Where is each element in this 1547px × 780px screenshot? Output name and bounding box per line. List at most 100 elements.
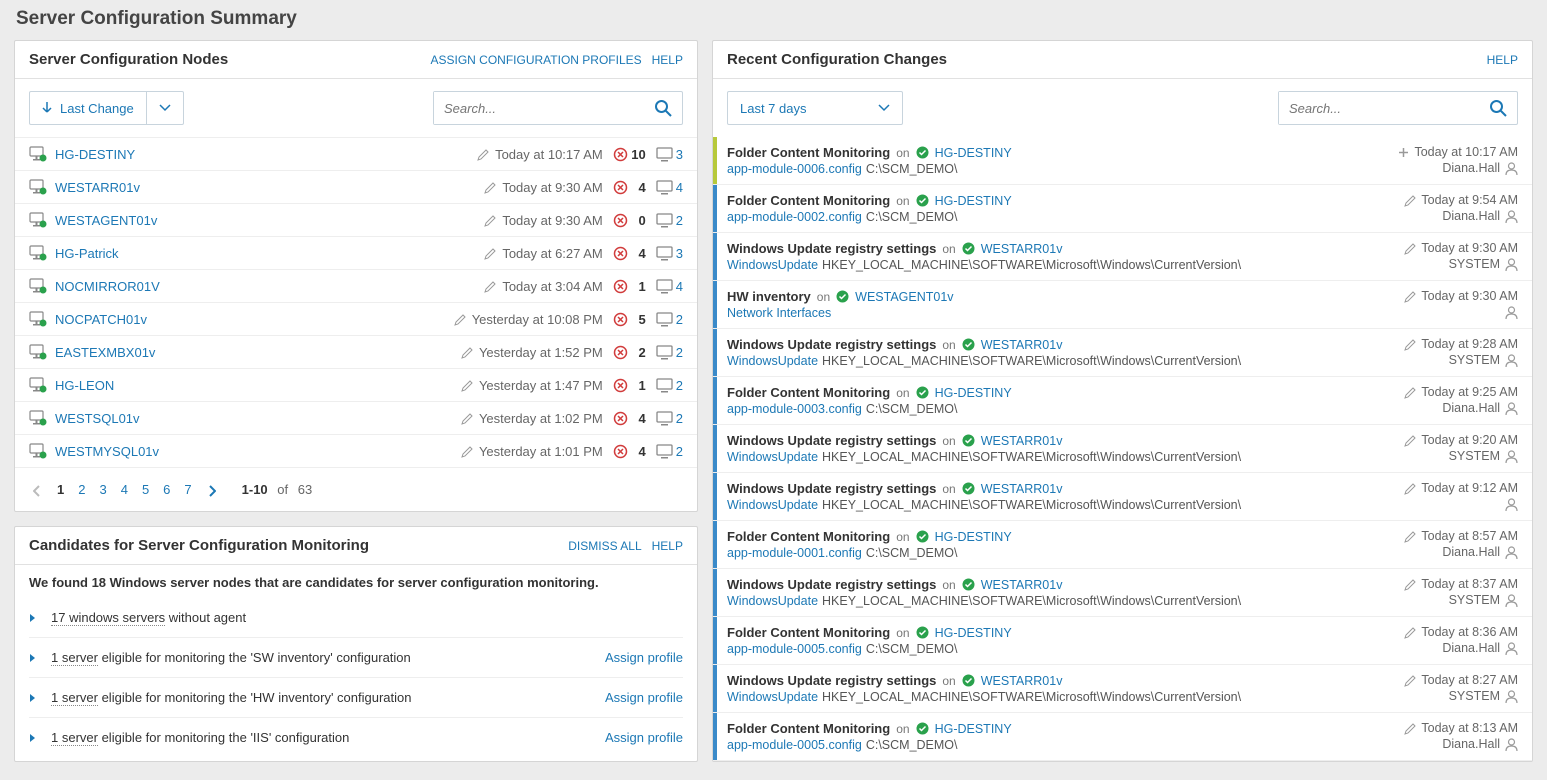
- page-number[interactable]: 7: [184, 482, 191, 497]
- nodes-search-input[interactable]: [434, 92, 644, 124]
- change-row[interactable]: Windows Update registry settingsonWESTAR…: [713, 473, 1532, 521]
- change-row[interactable]: Windows Update registry settingsonWESTAR…: [713, 665, 1532, 713]
- page-number[interactable]: 5: [142, 482, 149, 497]
- monitor-count[interactable]: 2: [676, 312, 683, 327]
- node-row[interactable]: HG-LEONYesterday at 1:47 PM12: [15, 369, 697, 402]
- node-name-link[interactable]: HG-Patrick: [55, 246, 119, 261]
- monitor-count[interactable]: 2: [676, 378, 683, 393]
- change-server-link[interactable]: WESTARR01v: [981, 674, 1063, 688]
- change-row[interactable]: Folder Content MonitoringonHG-DESTINYapp…: [713, 377, 1532, 425]
- page-prev[interactable]: [31, 482, 43, 497]
- node-name-link[interactable]: EASTEXMBX01v: [55, 345, 155, 360]
- monitor-count[interactable]: 2: [676, 411, 683, 426]
- node-row[interactable]: WESTAGENT01vToday at 9:30 AM02: [15, 204, 697, 237]
- change-server-link[interactable]: WESTARR01v: [981, 578, 1063, 592]
- change-row[interactable]: Folder Content MonitoringonHG-DESTINYapp…: [713, 137, 1532, 185]
- assign-profile-link[interactable]: Assign profile: [605, 730, 683, 745]
- assign-profile-link[interactable]: Assign profile: [605, 690, 683, 705]
- monitor-count[interactable]: 4: [676, 180, 683, 195]
- change-item-link[interactable]: app-module-0005.config: [727, 738, 862, 752]
- node-name-link[interactable]: NOCMIRROR01V: [55, 279, 160, 294]
- change-row[interactable]: Folder Content MonitoringonHG-DESTINYapp…: [713, 521, 1532, 569]
- change-server-link[interactable]: HG-DESTINY: [935, 146, 1012, 160]
- monitor-count[interactable]: 2: [676, 444, 683, 459]
- change-item-link[interactable]: app-module-0002.config: [727, 210, 862, 224]
- change-server-link[interactable]: WESTAGENT01v: [855, 290, 953, 304]
- change-item-link[interactable]: WindowsUpdate: [727, 450, 818, 464]
- candidate-count-link[interactable]: 1 server: [51, 730, 98, 746]
- changes-search-input[interactable]: [1279, 92, 1479, 124]
- page-number[interactable]: 2: [78, 482, 85, 497]
- change-item-link[interactable]: app-module-0003.config: [727, 402, 862, 416]
- change-item-link[interactable]: WindowsUpdate: [727, 594, 818, 608]
- node-row[interactable]: WESTSQL01vYesterday at 1:02 PM42: [15, 402, 697, 435]
- changes-search-button[interactable]: [1479, 92, 1517, 124]
- change-server-link[interactable]: WESTARR01v: [981, 338, 1063, 352]
- change-item-link[interactable]: WindowsUpdate: [727, 258, 818, 272]
- page-number[interactable]: 6: [163, 482, 170, 497]
- time-range-dropdown[interactable]: Last 7 days: [727, 91, 903, 125]
- node-row[interactable]: WESTARR01vToday at 9:30 AM44: [15, 171, 697, 204]
- change-server-link[interactable]: WESTARR01v: [981, 482, 1063, 496]
- change-server-link[interactable]: HG-DESTINY: [935, 722, 1012, 736]
- assign-profile-link[interactable]: Assign profile: [605, 650, 683, 665]
- candidate-count-link[interactable]: 1 server: [51, 650, 98, 666]
- chevron-left-icon: [33, 485, 41, 497]
- change-row[interactable]: Folder Content MonitoringonHG-DESTINYapp…: [713, 185, 1532, 233]
- change-item-link[interactable]: WindowsUpdate: [727, 498, 818, 512]
- change-item-link[interactable]: app-module-0001.config: [727, 546, 862, 560]
- node-name-link[interactable]: HG-DESTINY: [55, 147, 135, 162]
- expand-toggle[interactable]: [29, 653, 37, 663]
- change-item-link[interactable]: Network Interfaces: [727, 306, 831, 320]
- page-number[interactable]: 4: [121, 482, 128, 497]
- sort-dropdown[interactable]: Last Change: [29, 91, 184, 125]
- monitor-count[interactable]: 2: [676, 345, 683, 360]
- expand-toggle[interactable]: [29, 693, 37, 703]
- candidate-count-link[interactable]: 1 server: [51, 690, 98, 706]
- change-server-link[interactable]: HG-DESTINY: [935, 626, 1012, 640]
- change-row[interactable]: Windows Update registry settingsonWESTAR…: [713, 329, 1532, 377]
- monitor-count[interactable]: 3: [676, 147, 683, 162]
- monitor-count[interactable]: 4: [676, 279, 683, 294]
- change-item-link[interactable]: WindowsUpdate: [727, 354, 818, 368]
- change-row[interactable]: Folder Content MonitoringonHG-DESTINYapp…: [713, 617, 1532, 665]
- changes-help-link[interactable]: HELP: [1487, 53, 1518, 67]
- change-item-link[interactable]: app-module-0005.config: [727, 642, 862, 656]
- node-name-link[interactable]: WESTMYSQL01v: [55, 444, 159, 459]
- node-name-link[interactable]: WESTARR01v: [55, 180, 140, 195]
- change-row[interactable]: Windows Update registry settingsonWESTAR…: [713, 233, 1532, 281]
- dismiss-all-link[interactable]: DISMISS ALL: [568, 539, 641, 553]
- node-name-link[interactable]: WESTSQL01v: [55, 411, 140, 426]
- node-row[interactable]: WESTMYSQL01vYesterday at 1:01 PM42: [15, 435, 697, 468]
- monitor-count[interactable]: 3: [676, 246, 683, 261]
- monitor-count[interactable]: 2: [676, 213, 683, 228]
- change-row[interactable]: Windows Update registry settingsonWESTAR…: [713, 425, 1532, 473]
- node-row[interactable]: HG-PatrickToday at 6:27 AM43: [15, 237, 697, 270]
- nodes-help-link[interactable]: HELP: [652, 53, 683, 67]
- change-row[interactable]: Folder Content MonitoringonHG-DESTINYapp…: [713, 713, 1532, 761]
- node-name-link[interactable]: WESTAGENT01v: [55, 213, 157, 228]
- candidates-help-link[interactable]: HELP: [652, 539, 683, 553]
- node-row[interactable]: EASTEXMBX01vYesterday at 1:52 PM22: [15, 336, 697, 369]
- page-next[interactable]: [206, 482, 218, 497]
- change-server-link[interactable]: HG-DESTINY: [935, 194, 1012, 208]
- expand-toggle[interactable]: [29, 733, 37, 743]
- node-row[interactable]: NOCMIRROR01VToday at 3:04 AM14: [15, 270, 697, 303]
- node-row[interactable]: NOCPATCH01vYesterday at 10:08 PM52: [15, 303, 697, 336]
- expand-toggle[interactable]: [29, 613, 37, 623]
- node-row[interactable]: HG-DESTINYToday at 10:17 AM103: [15, 138, 697, 171]
- page-number[interactable]: 3: [99, 482, 106, 497]
- candidate-count-link[interactable]: 17 windows servers: [51, 610, 165, 626]
- change-row[interactable]: HW inventoryonWESTAGENT01vNetwork Interf…: [713, 281, 1532, 329]
- change-server-link[interactable]: WESTARR01v: [981, 434, 1063, 448]
- nodes-search-button[interactable]: [644, 92, 682, 124]
- change-server-link[interactable]: HG-DESTINY: [935, 530, 1012, 544]
- change-server-link[interactable]: HG-DESTINY: [935, 386, 1012, 400]
- change-item-link[interactable]: WindowsUpdate: [727, 690, 818, 704]
- change-row[interactable]: Windows Update registry settingsonWESTAR…: [713, 569, 1532, 617]
- change-server-link[interactable]: WESTARR01v: [981, 242, 1063, 256]
- change-item-link[interactable]: app-module-0006.config: [727, 162, 862, 176]
- node-name-link[interactable]: NOCPATCH01v: [55, 312, 147, 327]
- assign-profiles-link[interactable]: ASSIGN CONFIGURATION PROFILES: [431, 53, 642, 67]
- node-name-link[interactable]: HG-LEON: [55, 378, 114, 393]
